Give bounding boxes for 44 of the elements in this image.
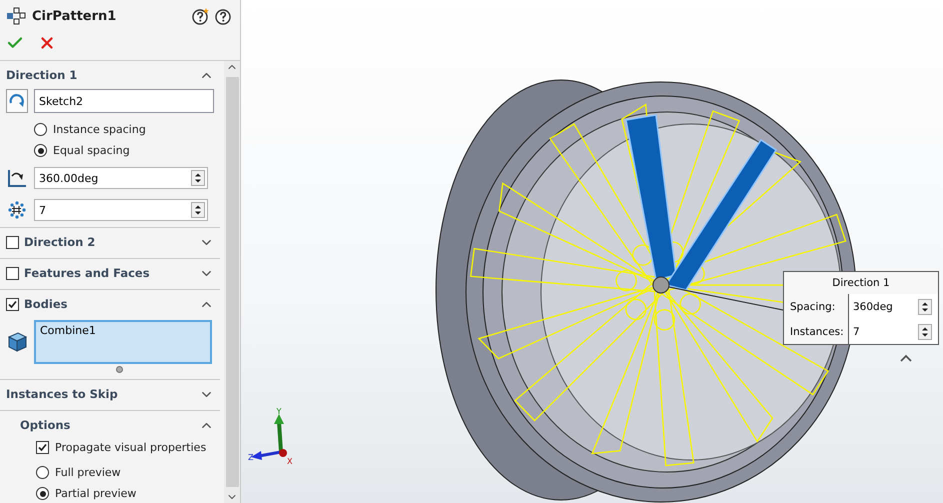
circular-pattern-icon (6, 7, 26, 25)
spin-arrows-icon[interactable] (918, 298, 932, 314)
help-icon[interactable] (215, 8, 232, 24)
callout-label: Instances: (789, 326, 845, 338)
callout-label: Spacing: (789, 300, 836, 312)
checkbox[interactable] (36, 441, 49, 454)
callout-value-field[interactable]: 7 (848, 319, 938, 344)
axis-triad-drawing: Y Z X (245, 408, 305, 466)
radio-button[interactable] (34, 123, 47, 136)
section-title: Direction 1 (6, 68, 78, 82)
radio-button[interactable] (34, 144, 47, 157)
radio-label: Instance spacing (53, 123, 146, 136)
checkbox-label: Propagate visual properties (55, 441, 206, 454)
bodies-list-field[interactable]: Combine1 (34, 320, 212, 364)
body-cube-icon (6, 331, 28, 353)
spin-arrows-icon[interactable] (191, 202, 205, 218)
callout-value-field[interactable]: 360deg (848, 294, 938, 319)
feature-title: CirPattern1 (32, 8, 118, 24)
checkbox[interactable] (6, 266, 19, 280)
reference-field[interactable]: Sketch2 (34, 89, 214, 113)
scrollbar-thumb[interactable] (226, 77, 238, 487)
radio-label: Equal spacing (53, 144, 130, 157)
body-list-item[interactable]: Combine1 (40, 324, 206, 337)
radio-button[interactable] (36, 466, 49, 479)
section-title: Direction 2 (24, 235, 96, 249)
spin-arrows-icon[interactable] (918, 324, 932, 340)
callout-title: Direction 1 (831, 276, 891, 291)
checkbox[interactable] (6, 236, 19, 248)
instances-field[interactable]: 7 (34, 199, 208, 221)
section-title: Options (20, 418, 72, 432)
radio-label: Partial preview (55, 487, 136, 500)
radio-label: Full preview (55, 466, 121, 479)
spin-arrows-icon[interactable] (191, 170, 205, 186)
angle-field[interactable]: 360.00deg (34, 167, 208, 189)
section-title: Instances to Skip (6, 387, 119, 401)
whats-wrong-help-icon[interactable] (192, 8, 209, 24)
section-title: Features and Faces (24, 266, 151, 280)
angle-icon (6, 168, 28, 188)
instances-icon (6, 200, 28, 220)
resize-handle-icon[interactable] (116, 366, 123, 373)
checkbox[interactable] (6, 298, 19, 310)
section-title: Bodies (24, 297, 68, 311)
collapse-chevron-icon[interactable] (900, 354, 912, 362)
radio-button[interactable] (36, 487, 49, 500)
